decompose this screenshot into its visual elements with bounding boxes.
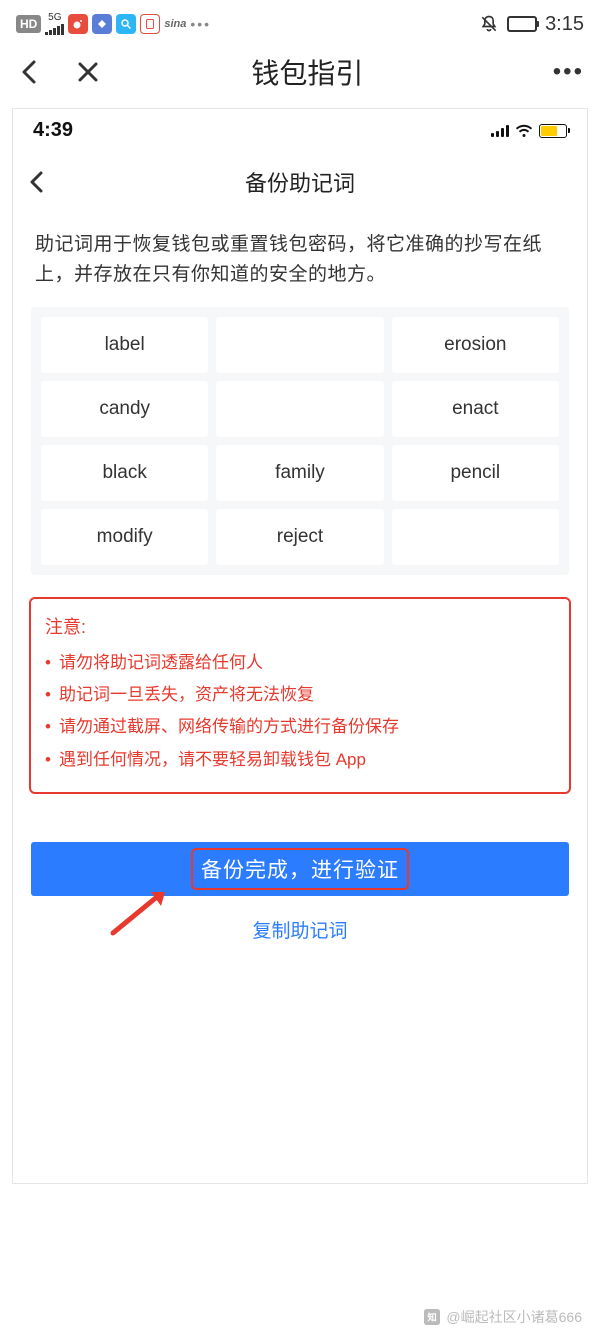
more-apps-icon: ••• (190, 16, 211, 32)
battery-icon (507, 16, 537, 32)
mnemonic-word (216, 317, 383, 373)
inner-page-title: 备份助记词 (53, 166, 547, 198)
mnemonic-word: enact (392, 381, 559, 437)
wifi-icon (515, 124, 533, 138)
zhihu-icon: 知 (424, 1309, 440, 1325)
outer-status-right: 3:15 (479, 13, 584, 36)
close-button[interactable] (74, 58, 102, 86)
watermark: 知 @崛起社区小诸葛666 (424, 1307, 582, 1327)
notifications-off-icon (479, 14, 499, 34)
notice-item: 助记词一旦丢失，资产将无法恢复 (45, 679, 555, 711)
notice-title: 注意: (45, 613, 555, 639)
outer-nav-bar: 钱包指引 ••• (0, 44, 600, 100)
weibo-icon (68, 14, 88, 34)
mnemonic-word (216, 381, 383, 437)
warning-notice: 注意: 请勿将助记词透露给任何人 助记词一旦丢失，资产将无法恢复 请勿通过截屏、… (29, 597, 571, 794)
app-icon-blue (92, 14, 112, 34)
mnemonic-word: reject (216, 509, 383, 565)
mnemonic-word: pencil (392, 445, 559, 501)
mnemonic-grid: label erosion candy enact black family p… (41, 317, 559, 565)
watermark-text: @崛起社区小诸葛666 (446, 1307, 582, 1327)
inner-signal-icon (491, 125, 509, 137)
mnemonic-word (392, 509, 559, 565)
back-button[interactable] (16, 58, 44, 86)
signal-bars-icon (45, 23, 64, 35)
hd-badge: HD (16, 15, 41, 33)
sina-icon: sina (164, 18, 186, 30)
description-text: 助记词用于恢复钱包或重置钱包密码，将它准确的抄写在纸上，并存放在只有你知道的安全… (13, 212, 587, 307)
mnemonic-word: label (41, 317, 208, 373)
outer-clock: 3:15 (545, 13, 584, 36)
network-label: 5G (48, 13, 61, 22)
inner-nav-bar: 备份助记词 (13, 152, 587, 212)
notice-item: 遇到任何情况，请不要轻易卸载钱包 App (45, 744, 555, 776)
primary-button-label: 备份完成，进行验证 (193, 850, 407, 888)
mnemonic-word: candy (41, 381, 208, 437)
primary-button-block: 备份完成，进行验证 (31, 842, 569, 896)
outer-more-button[interactable]: ••• (553, 58, 584, 86)
mnemonic-word: family (216, 445, 383, 501)
svg-text:知: 知 (427, 1311, 437, 1322)
mnemonic-word: black (41, 445, 208, 501)
mnemonic-container: label erosion candy enact black family p… (31, 307, 569, 575)
inner-back-button[interactable] (29, 170, 53, 194)
book-app-icon (140, 14, 160, 34)
inner-clock: 4:39 (33, 119, 73, 142)
mnemonic-word: modify (41, 509, 208, 565)
notice-list: 请勿将助记词透露给任何人 助记词一旦丢失，资产将无法恢复 请勿通过截屏、网络传输… (45, 647, 555, 776)
notice-item: 请勿将助记词透露给任何人 (45, 647, 555, 679)
inner-status-bar: 4:39 (13, 109, 587, 152)
inner-battery-icon (539, 124, 567, 138)
copy-mnemonic-link[interactable]: 复制助记词 (13, 916, 587, 943)
outer-status-bar: HD 5G sina ••• 3:15 (0, 0, 600, 44)
search-app-icon (116, 14, 136, 34)
outer-status-left: HD 5G sina ••• (16, 13, 211, 35)
annotation-arrow-icon (103, 888, 173, 938)
outer-page-title: 钱包指引 (102, 52, 513, 92)
network-indicator: 5G (45, 13, 64, 35)
mnemonic-word: erosion (392, 317, 559, 373)
inner-status-right (491, 124, 567, 138)
notice-item: 请勿通过截屏、网络传输的方式进行备份保存 (45, 711, 555, 743)
inner-screenshot: 4:39 备份助记词 助记词用于恢复钱包或重置钱包密码，将它准确的抄写在纸上，并… (12, 108, 588, 1184)
